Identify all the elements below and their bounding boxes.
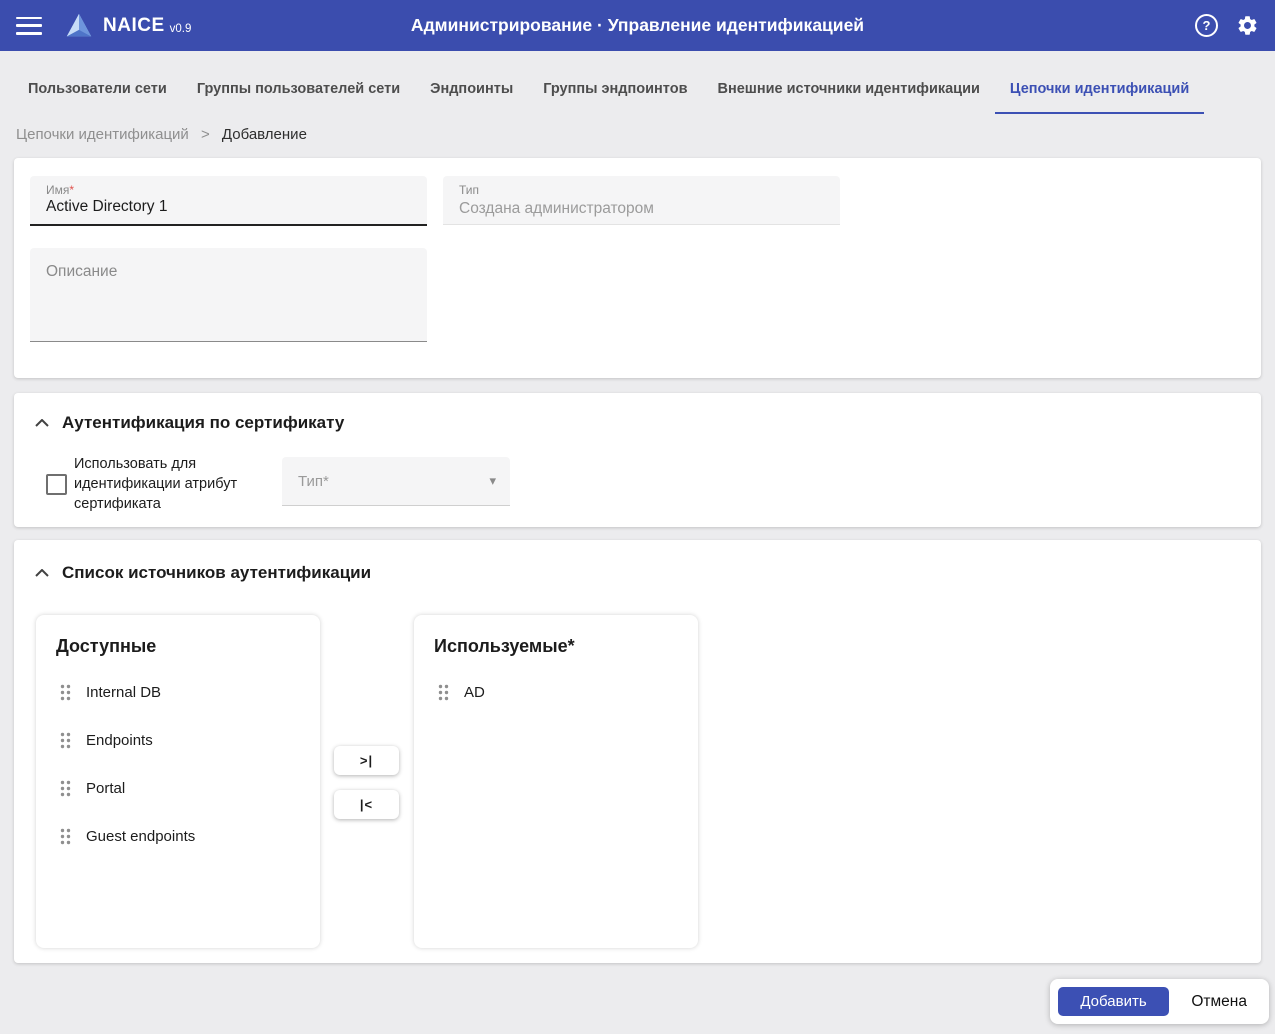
move-all-right-button[interactable]: >| [334,746,399,775]
tab-endpoints[interactable]: Эндпоинты [415,66,528,114]
description-field[interactable] [30,248,427,342]
brand-version: v0.9 [169,22,192,35]
settings-gear-icon[interactable] [1236,14,1259,37]
app-root: NAICE v0.9 Администрирование · Управлени… [0,0,1275,1034]
tab-network-user-groups[interactable]: Группы пользователей сети [182,66,415,114]
drag-handle-icon[interactable] [60,828,71,845]
used-sources-list: Используемые* AD [414,615,698,948]
chain-form-card: Имя* Тип Создана администратором [14,158,1261,378]
cert-type-select-label: Тип* [298,472,329,490]
collapse-chevron-icon[interactable] [35,419,49,427]
cancel-button[interactable]: Отмена [1185,992,1253,1012]
used-list-title: Используемые* [434,636,575,656]
cert-attribute-type-select[interactable]: Тип* ▾ [282,457,510,506]
header-actions: ? [1195,14,1259,37]
list-item[interactable]: Endpoints [36,716,320,764]
available-sources-list: Доступные Internal DB Endpoints Portal G… [36,615,320,948]
name-input[interactable] [46,198,406,216]
use-cert-attribute-checkbox[interactable] [46,474,67,495]
drag-handle-icon[interactable] [60,780,71,797]
certificate-auth-title: Аутентификация по сертификату [62,413,345,432]
help-icon[interactable]: ? [1195,14,1218,37]
breadcrumb-separator: > [200,126,210,143]
list-item[interactable]: Portal [36,764,320,812]
breadcrumb: Цепочки идентификаций > Добавление [16,126,307,143]
drag-handle-icon[interactable] [438,684,449,701]
move-all-left-button[interactable]: |< [334,790,399,819]
certificate-auth-card: Аутентификация по сертификату Использова… [14,393,1261,527]
footer-actions: Добавить Отмена [1050,979,1269,1024]
type-field-value: Создана администратором [459,200,654,217]
breadcrumb-current: Добавление [221,126,307,143]
list-item[interactable]: Internal DB [36,668,320,716]
add-button[interactable]: Добавить [1058,987,1169,1016]
collapse-chevron-icon[interactable] [35,569,49,577]
available-list-title: Доступные [56,636,157,656]
list-item[interactable]: Guest endpoints [36,812,320,860]
tab-endpoint-groups[interactable]: Группы эндпоинтов [528,66,702,114]
use-cert-attribute-label: Использовать для идентификации атрибут с… [74,456,238,512]
page-title: Администрирование · Управление идентифик… [410,15,865,35]
tab-external-identity-sources[interactable]: Внешние источники идентификации [702,66,994,114]
type-field-label: Тип [459,183,480,197]
brand-name: NAICE [103,14,165,36]
breadcrumb-parent[interactable]: Цепочки идентификаций [16,126,189,143]
name-field[interactable]: Имя* [30,176,427,226]
app-header: NAICE v0.9 Администрирование · Управлени… [0,0,1275,51]
tab-network-users[interactable]: Пользователи сети [13,66,182,114]
drag-handle-icon[interactable] [60,732,71,749]
name-field-label: Имя* [46,183,75,197]
auth-sources-card: Список источников аутентификации Доступн… [14,540,1261,963]
app-logo-icon [64,11,94,41]
auth-sources-title: Список источников аутентификации [62,563,372,582]
list-item[interactable]: AD [414,668,698,716]
dropdown-arrow-icon: ▾ [489,473,496,488]
description-textarea[interactable] [30,248,427,341]
tab-bar: Пользователи сети Группы пользователей с… [13,66,1205,114]
type-field: Тип Создана администратором [443,176,840,225]
menu-icon[interactable] [16,16,42,35]
required-asterisk: * [69,183,75,197]
drag-handle-icon[interactable] [60,684,71,701]
tab-identification-chains[interactable]: Цепочки идентификаций [994,66,1205,114]
